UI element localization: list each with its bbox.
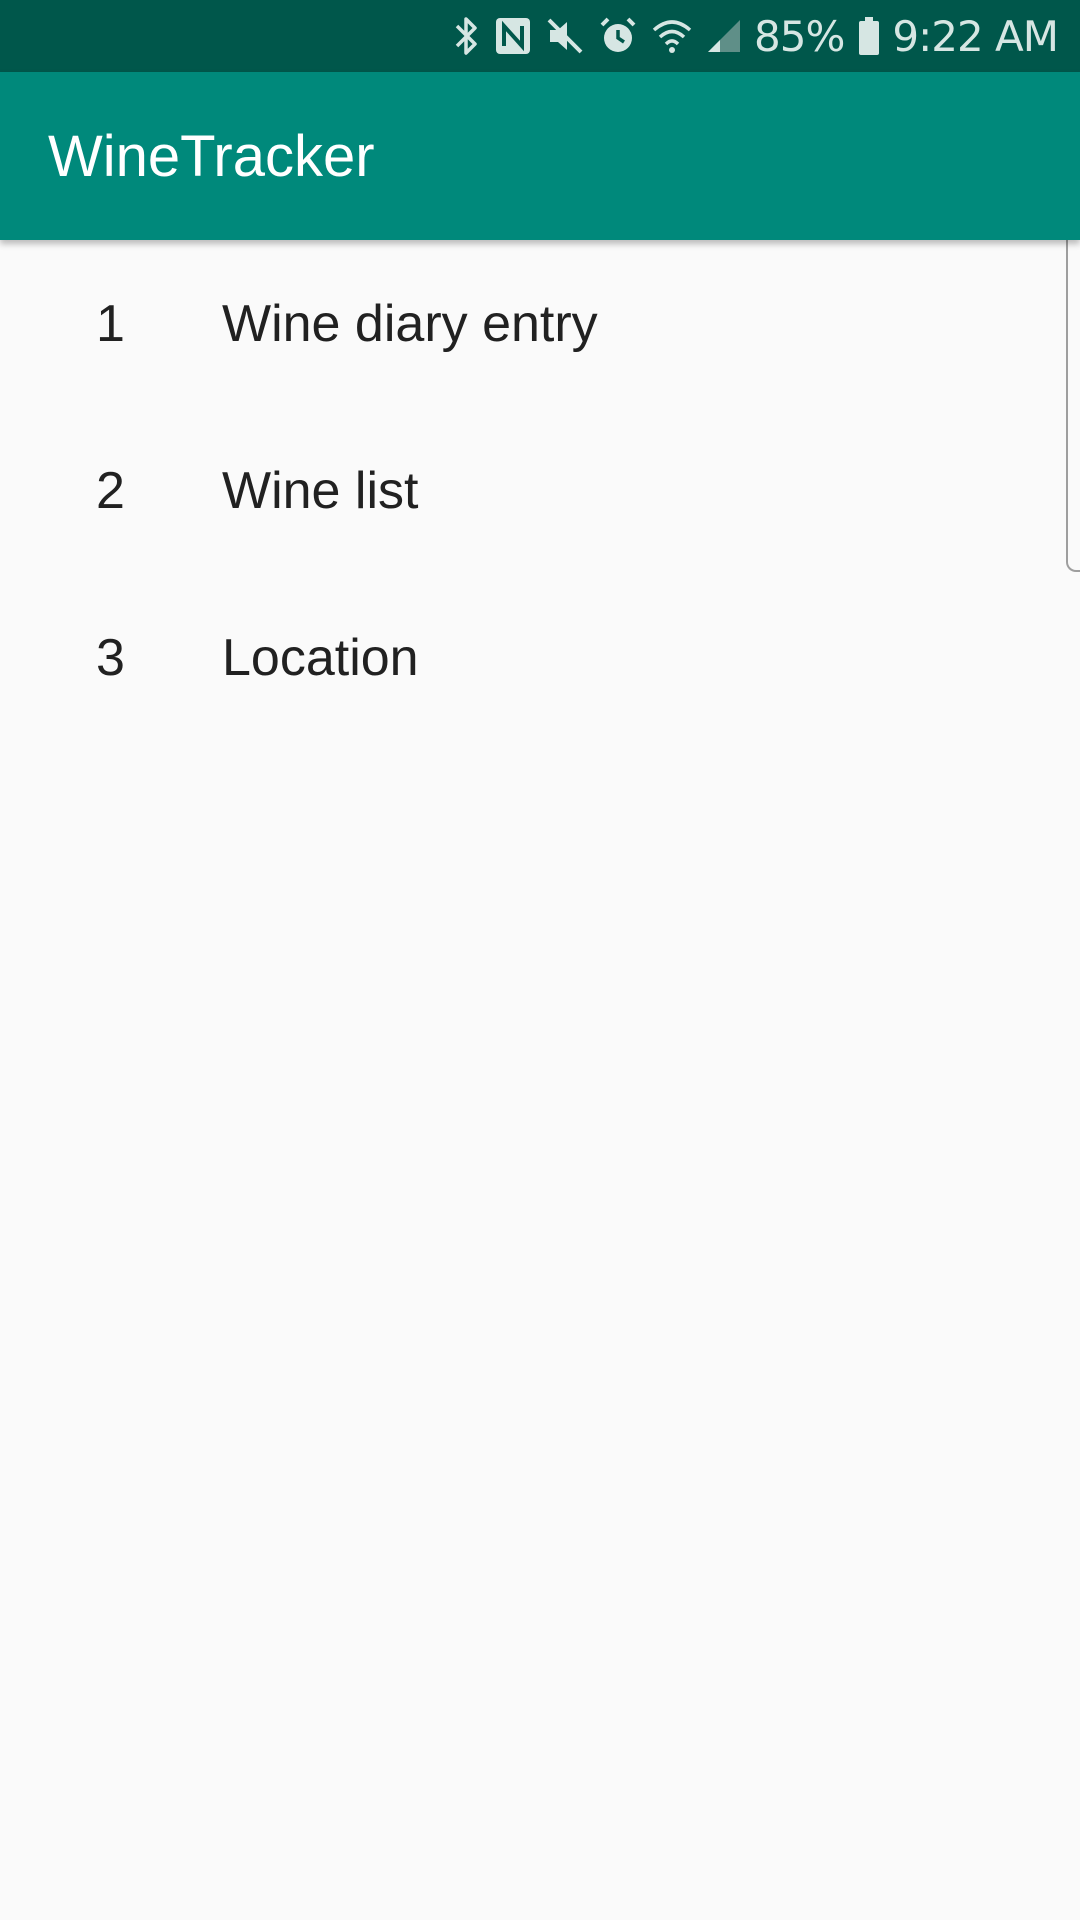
battery-percent: 85%	[754, 11, 845, 61]
signal-icon	[706, 14, 742, 58]
list-item-wine-list[interactable]: 2 Wine list	[0, 407, 1080, 574]
list-item-number: 3	[96, 628, 125, 687]
nfc-icon	[494, 14, 532, 58]
list-item-label: Wine diary entry	[222, 294, 598, 353]
list-item-wine-diary-entry[interactable]: 1 Wine diary entry	[0, 240, 1080, 407]
alarm-icon	[598, 14, 638, 58]
bluetooth-icon	[454, 14, 480, 58]
edge-panel-handle[interactable]	[1066, 217, 1080, 572]
wifi-icon	[652, 14, 692, 58]
list-item-location[interactable]: 3 Location	[0, 574, 1080, 741]
list-item-label: Wine list	[222, 461, 419, 520]
list-item-number: 1	[96, 294, 125, 353]
list-item-label: Location	[222, 628, 419, 687]
status-bar: 85% 9:22 AM	[0, 0, 1080, 72]
list-item-number: 2	[96, 461, 125, 520]
app-title: WineTracker	[48, 123, 375, 189]
app-bar: WineTracker	[0, 72, 1080, 240]
clock: 9:22 AM	[892, 11, 1059, 61]
battery-icon	[858, 14, 880, 58]
mute-icon	[546, 14, 584, 58]
menu-list: 1 Wine diary entry 2 Wine list 3 Locatio…	[0, 240, 1080, 741]
